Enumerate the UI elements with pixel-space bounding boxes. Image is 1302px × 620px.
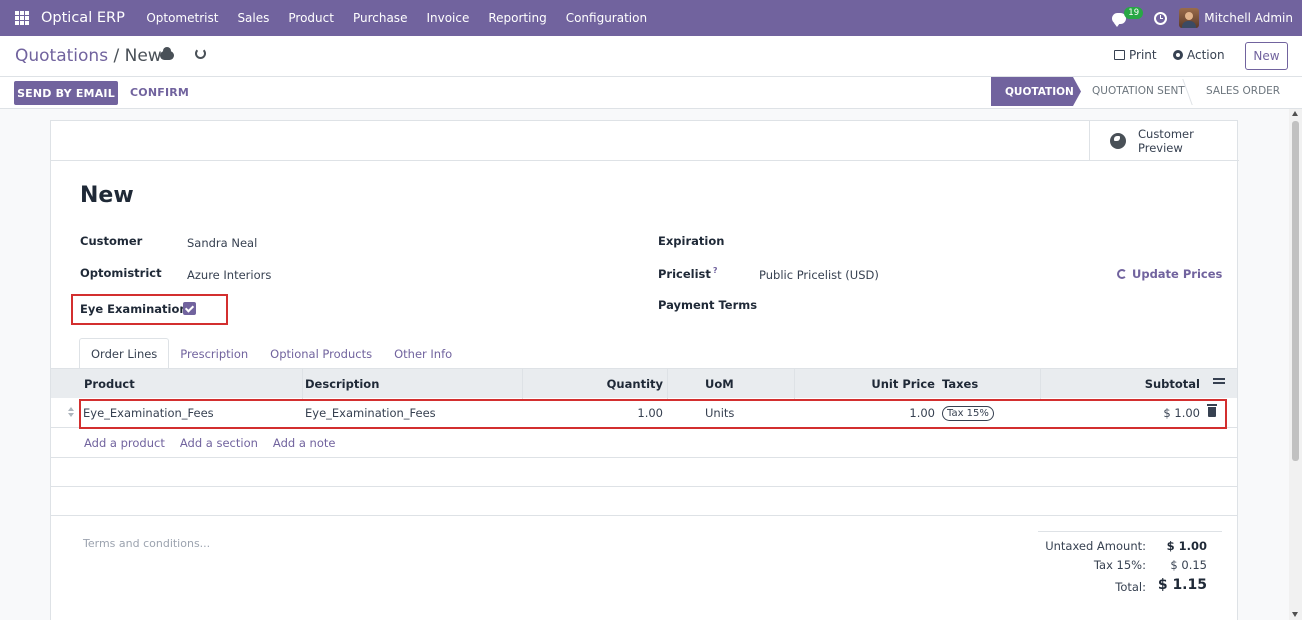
table-empty-row — [51, 487, 1237, 516]
refresh-icon — [1117, 269, 1127, 279]
column-taxes[interactable]: Taxes — [942, 369, 978, 399]
discard-undo-icon[interactable] — [195, 48, 206, 59]
column-product[interactable]: Product — [84, 369, 135, 399]
breadcrumb-quotations[interactable]: Quotations — [15, 46, 108, 66]
new-button[interactable]: New — [1245, 42, 1288, 70]
notebook-tabs: Order Lines Prescription Optional Produc… — [79, 338, 463, 369]
control-panel: Quotations / New Print Action New — [0, 36, 1302, 77]
pricelist-label: Pricelist? — [658, 266, 718, 281]
stage-sales-order[interactable]: SALES ORDER — [1206, 85, 1280, 97]
save-cloud-icon[interactable] — [160, 47, 174, 60]
scroll-up-arrow-icon[interactable] — [1292, 111, 1298, 116]
top-navbar: Optical ERP Optometrist Sales Product Pu… — [0, 0, 1302, 36]
total-label: Total: — [1115, 580, 1146, 594]
customer-field[interactable]: Sandra Neal — [187, 236, 257, 250]
totals-divider — [1038, 531, 1222, 532]
app-brand[interactable]: Optical ERP — [41, 10, 125, 26]
column-uom[interactable]: UoM — [705, 369, 734, 399]
scroll-down-arrow-icon[interactable] — [1292, 612, 1298, 617]
action-label: Action — [1187, 48, 1225, 62]
menu-item-sales[interactable]: Sales — [228, 11, 279, 25]
column-unit-price[interactable]: Unit Price — [794, 369, 935, 399]
column-description[interactable]: Description — [305, 369, 379, 399]
printer-icon — [1114, 50, 1125, 60]
column-quantity[interactable]: Quantity — [522, 369, 663, 399]
breadcrumb-separator: / — [108, 46, 125, 66]
table-empty-row — [51, 458, 1237, 487]
update-prices-button[interactable]: Update Prices — [1117, 267, 1222, 281]
page-scrollbar[interactable] — [1289, 109, 1302, 620]
avatar[interactable] — [1179, 8, 1200, 28]
tab-optional-products[interactable]: Optional Products — [259, 338, 383, 369]
globe-icon — [1110, 132, 1126, 149]
menu-item-purchase[interactable]: Purchase — [343, 11, 417, 25]
tab-other-info[interactable]: Other Info — [383, 338, 463, 369]
pricelist-label-text: Pricelist — [658, 266, 711, 281]
breadcrumb: Quotations / New — [15, 46, 162, 66]
activity-clock-icon[interactable] — [1154, 11, 1168, 25]
terms-and-conditions-field[interactable]: Terms and conditions... — [83, 537, 210, 550]
user-menu[interactable]: Mitchell Admin — [1204, 11, 1293, 25]
breadcrumb-current: New — [124, 46, 162, 66]
stage-quotation[interactable]: QUOTATION — [991, 77, 1081, 106]
menu-item-configuration[interactable]: Configuration — [556, 11, 656, 25]
order-line-highlight — [79, 399, 1227, 429]
record-title: New — [80, 183, 134, 208]
navbar-systray: 19 Mitchell Admin — [1112, 0, 1302, 36]
menu-item-invoice[interactable]: Invoice — [417, 11, 479, 25]
menu-item-reporting[interactable]: Reporting — [479, 11, 556, 25]
scrollbar-thumb[interactable] — [1292, 121, 1299, 461]
untaxed-amount-label: Untaxed Amount: — [1045, 539, 1146, 553]
main-menu: Optometrist Sales Product Purchase Invoi… — [137, 11, 657, 25]
tab-prescription[interactable]: Prescription — [169, 338, 259, 369]
action-button[interactable]: Action — [1173, 48, 1225, 62]
customer-preview-label: Customer Preview — [1138, 126, 1194, 155]
order-lines-header: Product Description Quantity UoM Unit Pr… — [51, 368, 1237, 399]
stage-quotation-sent[interactable]: QUOTATION SENT — [1092, 85, 1185, 97]
optometrist-field[interactable]: Azure Interiors — [187, 268, 271, 282]
column-divider — [302, 369, 303, 399]
chat-badge: 19 — [1124, 7, 1144, 19]
menu-item-optometrist[interactable]: Optometrist — [137, 11, 228, 25]
status-bar: SEND BY EMAIL CONFIRM QUOTATION QUOTATIO… — [0, 77, 1302, 109]
update-prices-label: Update Prices — [1132, 267, 1223, 281]
expiration-label: Expiration — [658, 234, 725, 248]
eye-examination-checkbox[interactable] — [183, 302, 196, 315]
payment-terms-label: Payment Terms — [658, 298, 758, 312]
customer-preview-button[interactable]: Customer Preview — [1089, 121, 1239, 160]
confirm-button[interactable]: CONFIRM — [130, 86, 189, 99]
customer-label: Customer — [80, 234, 143, 248]
form-sheet: Customer Preview New Customer Sandra Nea… — [50, 120, 1239, 620]
column-divider — [667, 369, 668, 399]
table-row-divider — [51, 429, 1237, 458]
gear-icon — [1173, 50, 1183, 60]
optional-columns-icon[interactable] — [1213, 378, 1225, 388]
optometrist-label: Optomistrict — [80, 266, 162, 280]
print-button[interactable]: Print — [1114, 48, 1157, 62]
send-by-email-button[interactable]: SEND BY EMAIL — [14, 81, 118, 105]
messaging-button[interactable]: 19 — [1112, 0, 1144, 36]
print-label: Print — [1129, 48, 1157, 62]
tax-label: Tax 15%: — [1093, 558, 1146, 572]
pricelist-help-icon[interactable]: ? — [713, 266, 718, 275]
untaxed-amount-value: $ 1.00 — [1166, 539, 1207, 553]
drag-handle-icon[interactable] — [68, 407, 74, 419]
sheet-button-box: Customer Preview — [51, 121, 1239, 161]
pricelist-field[interactable]: Public Pricelist (USD) — [759, 268, 879, 282]
tab-order-lines[interactable]: Order Lines — [79, 338, 170, 369]
menu-item-product[interactable]: Product — [279, 11, 344, 25]
tax-value: $ 0.15 — [1170, 558, 1207, 572]
total-value: $ 1.15 — [1157, 577, 1207, 593]
column-subtotal[interactable]: Subtotal — [1040, 369, 1200, 399]
apps-menu-icon[interactable] — [15, 11, 29, 25]
eye-examination-label: Eye Examination — [80, 302, 188, 316]
